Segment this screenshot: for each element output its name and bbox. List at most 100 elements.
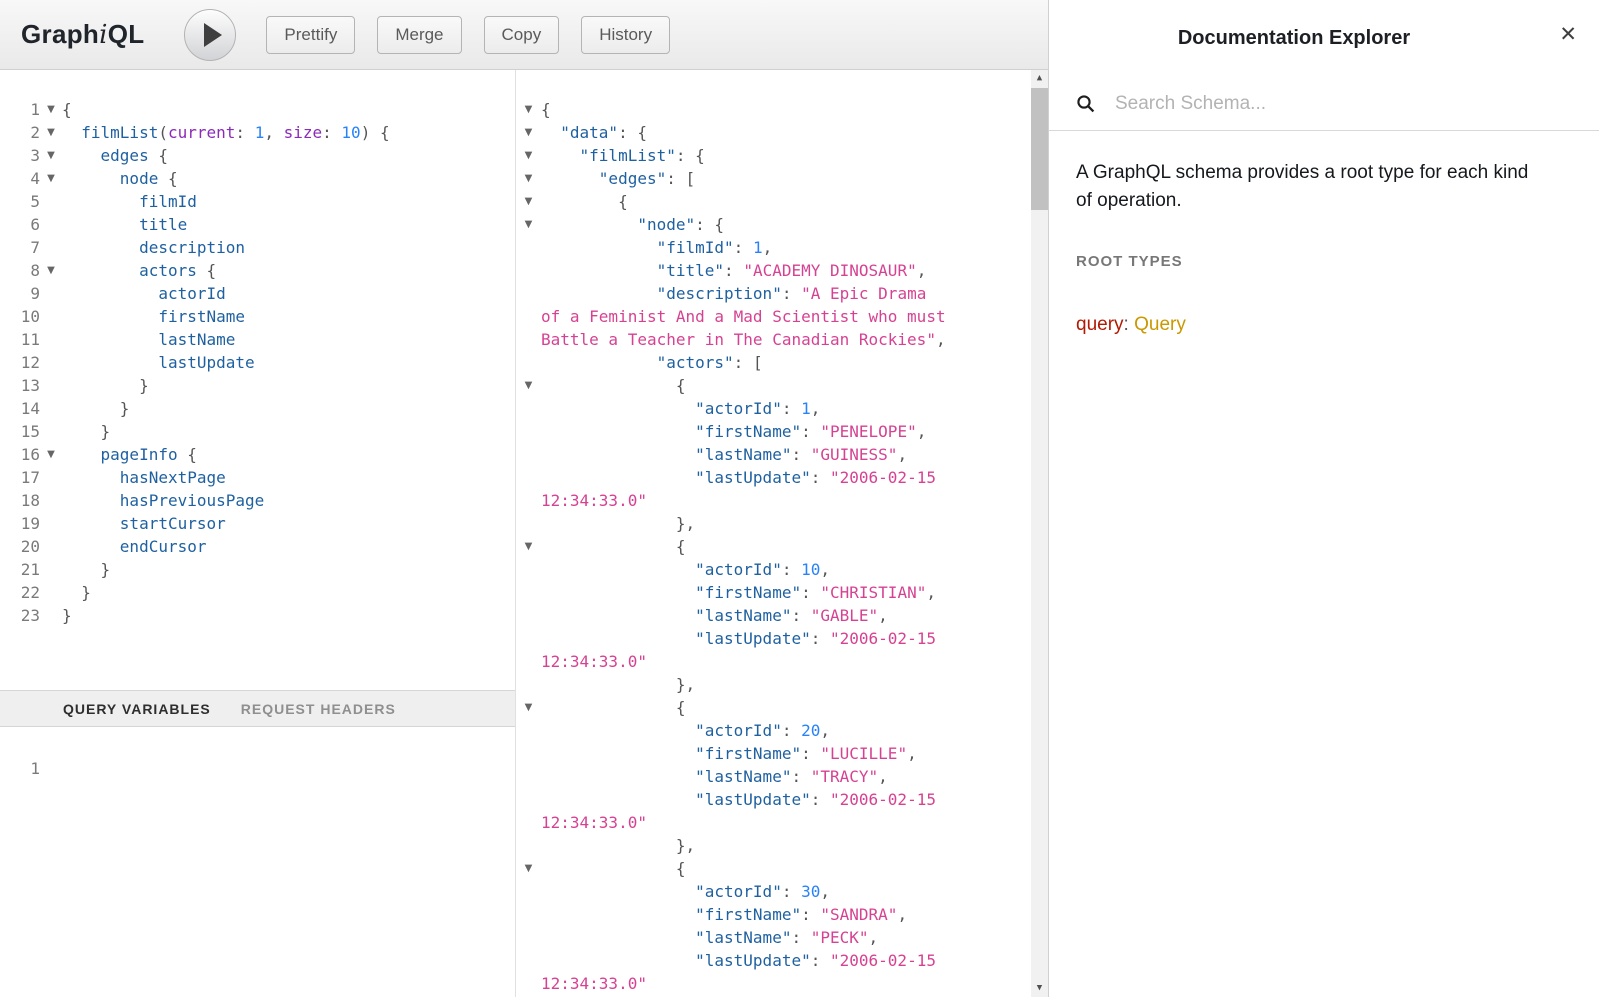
history-button[interactable]: History [581,16,670,54]
execute-button[interactable] [184,9,236,61]
fold-arrow-icon[interactable]: ▼ [516,167,541,190]
variables-editor[interactable]: 1 [0,727,515,997]
query-editor[interactable]: 1▼{2▼ filmList(current: 1, size: 10) {3▼… [0,70,515,690]
root-field-name: query [1076,314,1124,335]
query-line[interactable]: 17 hasNextPage [0,466,515,489]
query-line[interactable]: 20 endCursor [0,535,515,558]
fold-arrow-icon[interactable]: ▼ [516,190,541,213]
code-text: } [62,604,72,627]
doc-title: Documentation Explorer [1178,27,1410,50]
query-line[interactable]: 4▼ node { [0,167,515,190]
query-line[interactable]: 15 } [0,420,515,443]
fold-arrow-icon[interactable]: ▼ [40,259,62,282]
fold-arrow-icon[interactable]: ▼ [516,144,541,167]
tab-request-headers[interactable]: REQUEST HEADERS [241,701,396,717]
line-number: 2 [0,121,40,144]
fold-gutter [40,351,62,374]
query-line[interactable]: 5 filmId [0,190,515,213]
fold-arrow-icon[interactable]: ▼ [516,374,541,397]
code-text: "filmList": { [541,144,705,167]
schema-description: A GraphQL schema provides a root type fo… [1076,159,1531,215]
line-number: 15 [0,420,40,443]
fold-arrow-icon[interactable]: ▼ [516,98,541,121]
result-line: ▼ { [516,535,1048,558]
code-text: } [62,374,149,397]
result-line: "actors": [ [516,351,1048,374]
query-line[interactable]: 10 firstName [0,305,515,328]
line-number: 17 [0,466,40,489]
merge-button[interactable]: Merge [377,16,461,54]
variables-line[interactable]: 1 [0,757,515,780]
code-text: }, [541,834,695,857]
code-text: edges { [62,144,168,167]
code-text: { [541,857,686,880]
result-line: "actorId": 20, [516,719,1048,742]
query-line[interactable]: 11 lastName [0,328,515,351]
logo-text: Graph [21,19,99,49]
fold-arrow-icon[interactable]: ▼ [40,167,62,190]
query-line[interactable]: 19 startCursor [0,512,515,535]
result-line: ▼ { [516,857,1048,880]
code-text: actors { [62,259,216,282]
result-line: "lastUpdate": "2006-02-15 [516,466,1048,489]
code-text: Battle a Teacher in The Canadian Rockies… [541,328,946,351]
query-line[interactable]: 13 } [0,374,515,397]
result-line: ▼ "data": { [516,121,1048,144]
result-line: "filmId": 1, [516,236,1048,259]
query-line[interactable]: 8▼ actors { [0,259,515,282]
result-line: 12:34:33.0" [516,650,1048,673]
fold-arrow-icon[interactable]: ▼ [40,144,62,167]
fold-arrow-icon[interactable]: ▼ [40,121,62,144]
prettify-button[interactable]: Prettify [266,16,355,54]
fold-arrow-icon[interactable]: ▼ [516,213,541,236]
result-lines: ▼{▼ "data": {▼ "filmList": {▼ "edges": [… [516,98,1048,995]
fold-arrow-icon[interactable]: ▼ [516,121,541,144]
tab-query-variables[interactable]: QUERY VARIABLES [63,701,211,717]
query-line[interactable]: 21 } [0,558,515,581]
fold-arrow-icon[interactable]: ▼ [516,857,541,880]
fold-gutter [516,834,541,857]
code-text: { [541,374,686,397]
code-text: "lastUpdate": "2006-02-15 [541,466,936,489]
query-line[interactable]: 18 hasPreviousPage [0,489,515,512]
result-line: ▼ { [516,374,1048,397]
line-number: 19 [0,512,40,535]
fold-arrow-icon[interactable]: ▼ [516,696,541,719]
scroll-down-button[interactable]: ▼ [1031,980,1048,997]
fold-gutter [516,466,541,489]
query-line[interactable]: 1▼{ [0,98,515,121]
query-line[interactable]: 7 description [0,236,515,259]
scrollbar-thumb[interactable] [1031,88,1048,210]
result-line: "lastName": "GUINESS", [516,443,1048,466]
query-line[interactable]: 2▼ filmList(current: 1, size: 10) { [0,121,515,144]
result-line: Battle a Teacher in The Canadian Rockies… [516,328,1048,351]
query-line[interactable]: 6 title [0,213,515,236]
copy-button[interactable]: Copy [484,16,560,54]
query-line[interactable]: 3▼ edges { [0,144,515,167]
search-icon [1076,94,1096,114]
result-line: "firstName": "SANDRA", [516,903,1048,926]
query-line[interactable]: 23} [0,604,515,627]
close-icon[interactable]: ✕ [1559,24,1577,45]
result-pane[interactable]: ▼{▼ "data": {▼ "filmList": {▼ "edges": [… [516,70,1048,997]
query-line[interactable]: 12 lastUpdate [0,351,515,374]
fold-arrow-icon[interactable]: ▼ [40,98,62,121]
doc-header: Documentation Explorer ✕ [1049,0,1599,77]
search-input[interactable] [1113,92,1493,116]
root-type-link[interactable]: Query [1134,314,1186,335]
scroll-down-icon: ▼ [1037,977,1042,997]
result-scrollbar[interactable]: ▲ ▼ [1031,70,1048,997]
fold-arrow-icon[interactable]: ▼ [516,535,541,558]
query-line[interactable]: 9 actorId [0,282,515,305]
code-text: of a Feminist And a Mad Scientist who mu… [541,305,946,328]
query-line[interactable]: 22 } [0,581,515,604]
code-text: "actorId": 30, [541,880,830,903]
result-line: "title": "ACADEMY DINOSAUR", [516,259,1048,282]
query-line[interactable]: 14 } [0,397,515,420]
code-text: 12:34:33.0" [541,972,647,995]
scroll-up-button[interactable]: ▲ [1031,70,1048,87]
line-number: 11 [0,328,40,351]
query-line[interactable]: 16▼ pageInfo { [0,443,515,466]
fold-gutter [40,581,62,604]
fold-arrow-icon[interactable]: ▼ [40,443,62,466]
